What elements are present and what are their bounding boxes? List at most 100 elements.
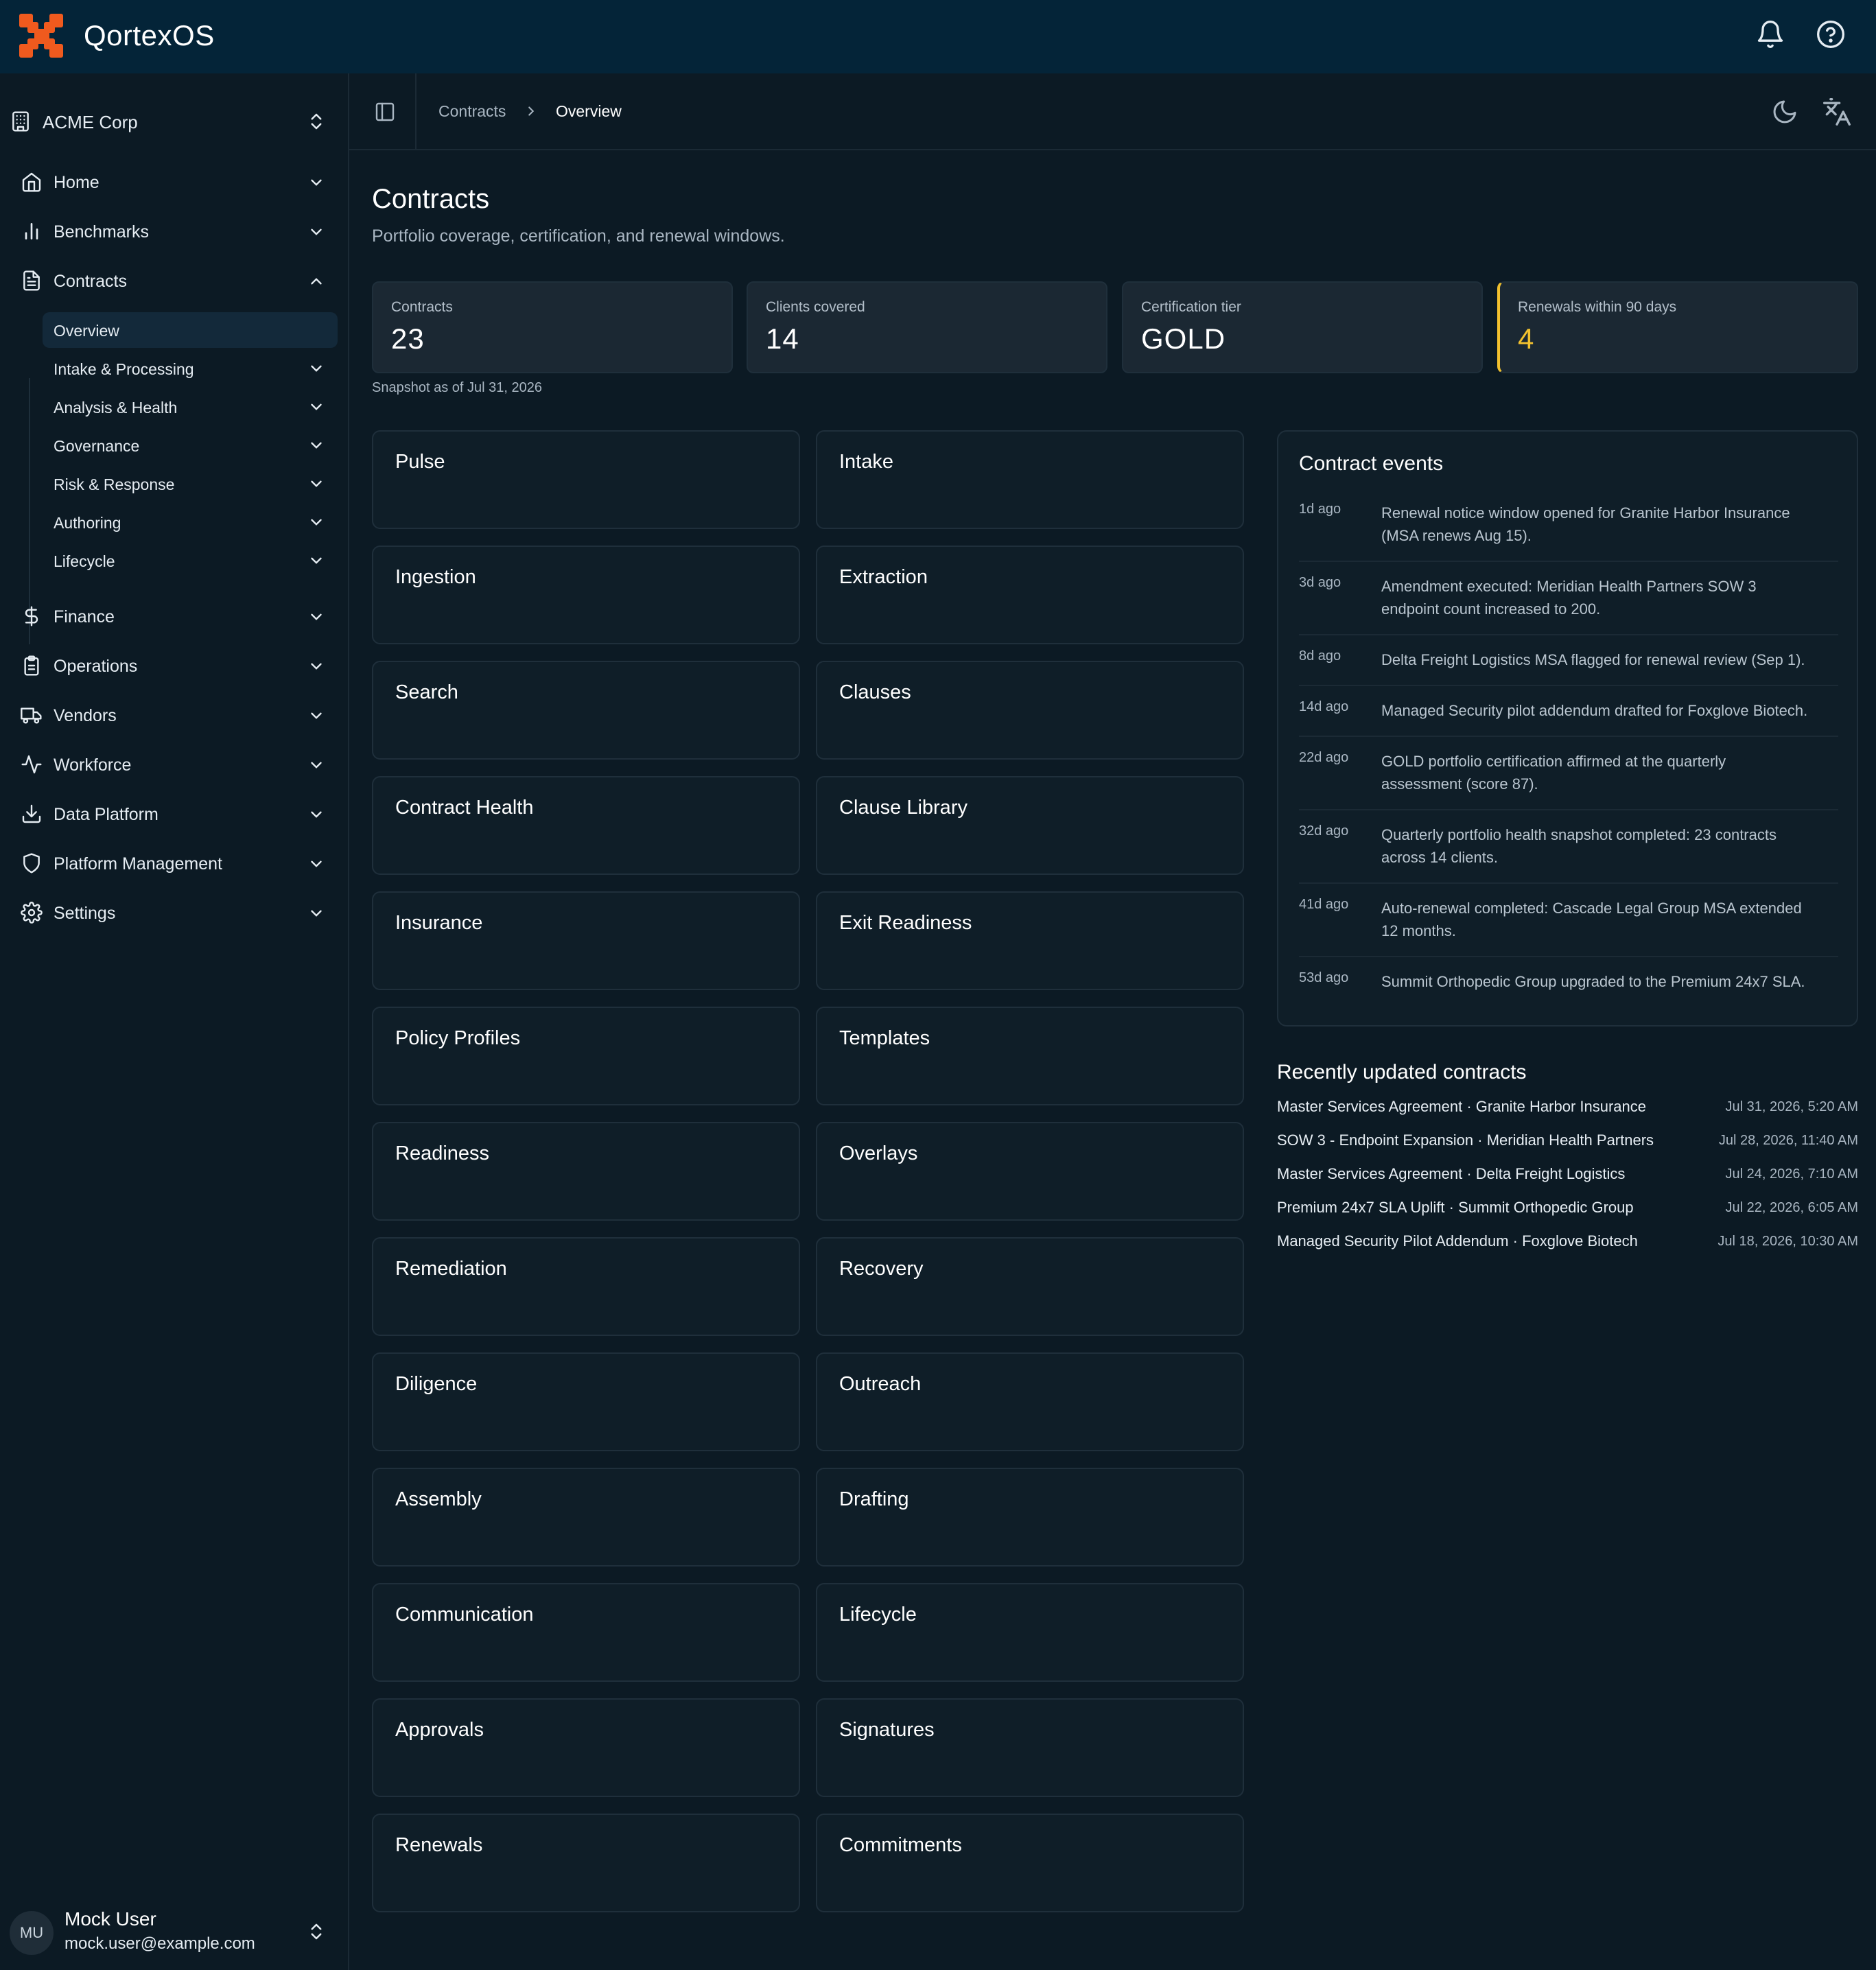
event-text: Managed Security pilot addendum drafted … <box>1381 702 1808 719</box>
shield-icon <box>23 853 40 873</box>
sidebar-item-vendors[interactable]: Vendors <box>0 695 349 735</box>
recent-contract-name: Master Services Agreement · Granite Harb… <box>1277 1098 1647 1115</box>
sidebar-item-contracts[interactable]: Contracts <box>0 261 349 301</box>
module-tile-ingestion[interactable]: Ingestion <box>372 546 800 644</box>
sidebar-subitem-label: Lifecycle <box>54 552 115 570</box>
sidebar-subitem-analysis-health[interactable]: Analysis & Health <box>43 389 338 425</box>
sidebar-item-workforce[interactable]: Workforce <box>0 744 349 784</box>
sidebar-item-label: Platform Management <box>54 854 222 873</box>
sidebar-item-data-platform[interactable]: Data Platform <box>0 794 349 834</box>
module-tile-intake[interactable]: Intake <box>816 430 1244 529</box>
module-tile-insurance[interactable]: Insurance <box>372 891 800 990</box>
bell-icon[interactable] <box>1755 19 1785 49</box>
module-tile-contract-health[interactable]: Contract Health <box>372 776 800 875</box>
contract-events-card: Contract events 1d ago Renewal notice wi… <box>1277 430 1858 1027</box>
module-tile-renewals[interactable]: Renewals <box>372 1814 800 1912</box>
module-tile-assembly[interactable]: Assembly <box>372 1468 800 1567</box>
module-tile-communication[interactable]: Communication <box>372 1583 800 1682</box>
dollar-icon <box>25 606 38 626</box>
recent-contract-name: Premium 24x7 SLA Uplift · Summit Orthope… <box>1277 1199 1634 1216</box>
sidebar-subitem-intake-processing[interactable]: Intake & Processing <box>43 351 338 386</box>
event-age: 53d ago <box>1299 970 1349 985</box>
stat-value: 23 <box>391 323 425 355</box>
module-tile-signatures[interactable]: Signatures <box>816 1698 1244 1797</box>
module-tile-drafting[interactable]: Drafting <box>816 1468 1244 1567</box>
sidebar-item-operations[interactable]: Operations <box>0 646 349 685</box>
sidebar-item-benchmarks[interactable]: Benchmarks <box>0 211 349 251</box>
gear-icon <box>21 902 43 924</box>
module-label: Overlays <box>839 1142 918 1164</box>
page-title: Contracts <box>372 184 490 214</box>
module-label: Approvals <box>395 1719 484 1741</box>
module-tile-remediation[interactable]: Remediation <box>372 1237 800 1336</box>
module-label: Recovery <box>839 1258 924 1280</box>
module-label: Commitments <box>839 1834 962 1856</box>
sidebar-toggle-icon[interactable] <box>374 101 396 123</box>
module-label: Ingestion <box>395 566 476 588</box>
chevron-down-icon <box>311 663 322 670</box>
breadcrumb-contracts[interactable]: Contracts <box>438 102 506 121</box>
module-tile-policy-profiles[interactable]: Policy Profiles <box>372 1007 800 1105</box>
document-icon <box>23 270 40 291</box>
divider <box>1299 956 1838 957</box>
sidebar-item-platform-management[interactable]: Platform Management <box>0 843 349 883</box>
sidebar-subitem-overview[interactable]: Overview <box>43 312 338 348</box>
sidebar-item-settings[interactable]: Settings <box>0 893 349 933</box>
recent-contract-row[interactable]: Master Services Agreement · Delta Freigh… <box>1277 1165 1858 1190</box>
moon-icon[interactable] <box>1771 98 1798 126</box>
chevron-up-icon <box>311 278 322 285</box>
module-tile-overlays[interactable]: Overlays <box>816 1122 1244 1221</box>
sidebar-subitem-authoring[interactable]: Authoring <box>43 504 338 540</box>
module-tile-outreach[interactable]: Outreach <box>816 1352 1244 1451</box>
recent-contract-name: Managed Security Pilot Addendum · Foxglo… <box>1277 1232 1638 1250</box>
chevron-down-icon <box>311 179 322 186</box>
module-tile-templates[interactable]: Templates <box>816 1007 1244 1105</box>
module-label: Lifecycle <box>839 1604 917 1626</box>
event-age: 41d ago <box>1299 897 1349 912</box>
recent-contract-row[interactable]: Managed Security Pilot Addendum · Foxglo… <box>1277 1232 1858 1257</box>
user-menu[interactable]: MU Mock User mock.user@example.com <box>0 1899 349 1960</box>
logo-icon[interactable] <box>19 14 66 60</box>
sidebar-subitem-lifecycle[interactable]: Lifecycle <box>43 543 338 578</box>
sidebar-item-home[interactable]: Home <box>0 162 349 202</box>
sidebar-subitem-risk-response[interactable]: Risk & Response <box>43 466 338 502</box>
recent-contract-row[interactable]: Premium 24x7 SLA Uplift · Summit Orthope… <box>1277 1199 1858 1223</box>
translate-icon[interactable] <box>1822 97 1852 127</box>
module-label: Readiness <box>395 1142 490 1164</box>
divider <box>1299 736 1838 737</box>
stat-card-renewals: Renewals within 90 days 4 <box>1497 281 1858 373</box>
sidebar-subitem-governance[interactable]: Governance <box>43 427 338 463</box>
org-switcher[interactable]: ACME Corp <box>0 101 349 142</box>
divider <box>1299 882 1838 884</box>
recent-contract-row[interactable]: SOW 3 - Endpoint Expansion · Meridian He… <box>1277 1131 1858 1156</box>
module-tile-commitments[interactable]: Commitments <box>816 1814 1244 1912</box>
module-label: Exit Readiness <box>839 912 972 934</box>
module-tile-diligence[interactable]: Diligence <box>372 1352 800 1451</box>
module-label: Assembly <box>395 1488 482 1510</box>
stat-card-clients: Clients covered 14 <box>747 281 1107 373</box>
event-age: 22d ago <box>1299 750 1349 765</box>
event-text: Renewal notice window opened for Granite… <box>1381 504 1790 544</box>
module-tile-readiness[interactable]: Readiness <box>372 1122 800 1221</box>
recent-contract-row[interactable]: Master Services Agreement · Granite Harb… <box>1277 1098 1858 1123</box>
module-tile-lifecycle[interactable]: Lifecycle <box>816 1583 1244 1682</box>
module-tile-clause-library[interactable]: Clause Library <box>816 776 1244 875</box>
divider <box>1299 634 1838 635</box>
recent-contracts-title: Recently updated contracts <box>1277 1061 1527 1083</box>
top-bar: QortexOS <box>0 0 1876 73</box>
event-age: 8d ago <box>1299 648 1341 664</box>
chevron-down-icon <box>311 860 322 867</box>
module-tile-pulse[interactable]: Pulse <box>372 430 800 529</box>
chevron-down-icon <box>311 480 322 487</box>
module-tile-search[interactable]: Search <box>372 661 800 760</box>
sidebar-item-label: Operations <box>54 657 138 676</box>
help-icon[interactable] <box>1816 19 1846 49</box>
module-tile-extraction[interactable]: Extraction <box>816 546 1244 644</box>
module-label: Outreach <box>839 1373 922 1395</box>
module-tile-clauses[interactable]: Clauses <box>816 661 1244 760</box>
module-label: Clauses <box>839 681 911 703</box>
module-tile-approvals[interactable]: Approvals <box>372 1698 800 1797</box>
module-tile-exit-readiness[interactable]: Exit Readiness <box>816 891 1244 990</box>
sidebar-item-finance[interactable]: Finance <box>0 596 349 636</box>
module-tile-recovery[interactable]: Recovery <box>816 1237 1244 1336</box>
